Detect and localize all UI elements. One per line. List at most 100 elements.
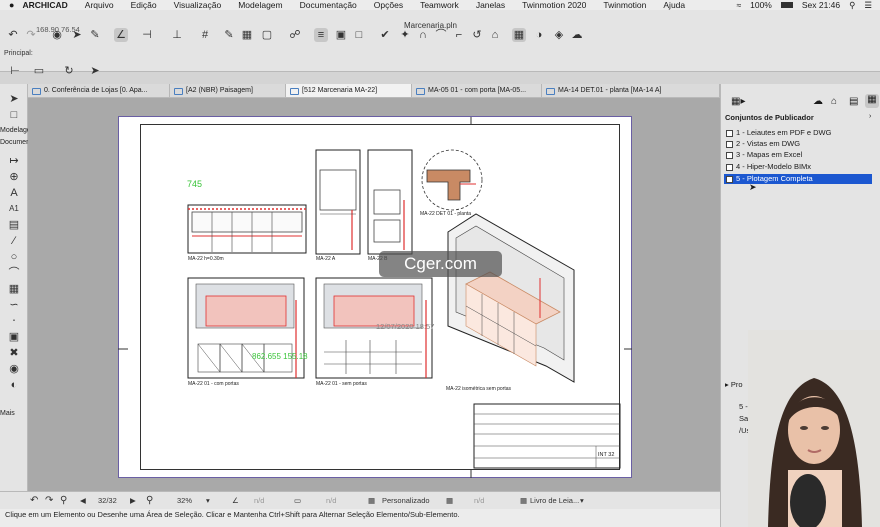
group-icon[interactable]: ▣ bbox=[334, 28, 348, 42]
intersect-icon[interactable]: ∩ bbox=[416, 28, 430, 42]
teamwork-icon[interactable]: ▦ bbox=[512, 28, 526, 42]
bimx-icon[interactable]: ◈ bbox=[552, 28, 566, 42]
publisher-item-2[interactable]: 2 - Vistas em DWG bbox=[724, 139, 872, 149]
fill-icon[interactable]: ▤ bbox=[5, 218, 23, 232]
rotate-icon[interactable]: ↺ bbox=[470, 28, 484, 42]
model-view-field[interactable]: n/d bbox=[474, 496, 484, 505]
house-icon[interactable]: ⌂ bbox=[831, 96, 837, 107]
home-icon[interactable]: ⌂ bbox=[488, 28, 502, 42]
menu-app-name[interactable]: ARCHICAD bbox=[22, 0, 67, 10]
menu-modelagem[interactable]: Modelagem bbox=[238, 0, 282, 10]
book-panel-icon[interactable]: ▤ bbox=[849, 96, 858, 107]
section-marker-icon[interactable]: ✖ bbox=[5, 346, 23, 360]
menu-arquivo[interactable]: Arquivo bbox=[85, 0, 114, 10]
search-icon[interactable]: ⚲ bbox=[849, 0, 855, 10]
tab-conferencia[interactable]: 0. Conferência de Lojas [0. Apa... bbox=[28, 84, 170, 97]
trace-icon[interactable]: ✎ bbox=[222, 28, 236, 42]
offset-icon[interactable]: ⌐ bbox=[452, 28, 466, 42]
model-view-icon[interactable]: ▦ bbox=[446, 496, 453, 505]
frame-icon[interactable]: ▢ bbox=[260, 28, 274, 42]
fillet-icon[interactable]: ⌒ bbox=[434, 28, 448, 42]
polyline-icon[interactable]: ⌒ bbox=[5, 266, 23, 280]
render-icon[interactable]: ◑ bbox=[532, 28, 546, 42]
angle-field[interactable]: n/d bbox=[254, 496, 264, 505]
menu-documentacao[interactable]: Documentação bbox=[300, 0, 357, 10]
zoom-field[interactable]: 32% bbox=[177, 496, 192, 505]
menu-twinmotion[interactable]: Twinmotion bbox=[603, 0, 646, 10]
prop-row-1[interactable]: 5 - bbox=[739, 402, 748, 411]
publish-icon[interactable]: ☁ bbox=[570, 28, 584, 42]
clock[interactable]: Sex 21:46 bbox=[802, 0, 840, 10]
publisher-item-1[interactable]: 1 - Leiautes em PDF e DWG bbox=[724, 128, 872, 138]
camera-icon[interactable]: ◐ bbox=[5, 378, 23, 392]
redo-view-icon[interactable]: ↷ bbox=[45, 495, 53, 506]
figure-icon[interactable]: ▦ bbox=[5, 282, 23, 296]
book-dropdown-icon[interactable]: ▾ bbox=[580, 496, 584, 505]
arrow-select-icon[interactable]: ➤ bbox=[5, 92, 23, 106]
tab-a2-paisagem[interactable]: [A2 (NBR) Paisagem] bbox=[170, 84, 286, 97]
snap-icon[interactable]: ⊣ bbox=[140, 28, 154, 42]
publisher-tab-icon[interactable]: ▦ bbox=[865, 94, 879, 108]
battery-label[interactable]: 100% bbox=[750, 0, 772, 10]
zoom-dropdown-icon[interactable]: ▾ bbox=[206, 496, 210, 505]
book-field[interactable]: Livro de Leia... bbox=[530, 496, 579, 505]
suspend-icon[interactable]: □ bbox=[352, 28, 366, 42]
next-page-icon[interactable]: ▶ bbox=[130, 496, 136, 505]
scale-field[interactable]: n/d bbox=[326, 496, 336, 505]
label-icon[interactable]: A1 bbox=[5, 202, 23, 216]
organizer-menu-icon[interactable]: ▦▸ bbox=[731, 96, 745, 107]
worksheet-icon[interactable]: ◉ bbox=[5, 362, 23, 376]
stack-icon[interactable]: ≡ bbox=[314, 28, 328, 42]
menu-twinmotion-2020[interactable]: Twinmotion 2020 bbox=[522, 0, 586, 10]
publisher-item-4[interactable]: 4 - Hiper-Modelo BIMx bbox=[724, 162, 872, 172]
level-icon[interactable]: ⊕ bbox=[5, 170, 23, 184]
menu-teamwork[interactable]: Teamwork bbox=[420, 0, 459, 10]
menu-visualizacao[interactable]: Visualização bbox=[174, 0, 222, 10]
zoom-icon[interactable]: ⚲ bbox=[60, 495, 67, 506]
rotate-view-icon[interactable]: ↻ bbox=[62, 64, 76, 78]
collapse-arrow-icon[interactable]: › bbox=[869, 113, 871, 120]
book-icon[interactable]: ▦ bbox=[520, 496, 527, 505]
adjust-icon[interactable]: ✦ bbox=[398, 28, 412, 42]
layer-combo-field[interactable]: Personalizado bbox=[382, 496, 430, 505]
hotspot-icon[interactable]: ⋅ bbox=[5, 314, 23, 328]
tab-ma14[interactable]: MA-14 DET.01 - planta [MA-14 A] bbox=[542, 84, 720, 97]
wifi-icon[interactable]: ≈ bbox=[736, 0, 741, 10]
lock-icon[interactable]: ☍ bbox=[288, 28, 302, 42]
menu-ajuda[interactable]: Ajuda bbox=[663, 0, 685, 10]
properties-section[interactable]: ▸ Pro bbox=[725, 380, 749, 390]
spline-icon[interactable]: ∽ bbox=[5, 298, 23, 312]
line-icon[interactable]: ∕ bbox=[5, 234, 23, 248]
publisher-item-5[interactable]: 5 - Plotagem Completa bbox=[724, 174, 872, 184]
prev-page-icon[interactable]: ◀ bbox=[80, 496, 86, 505]
dimension-icon[interactable]: ↦ bbox=[5, 154, 23, 168]
guideline-icon[interactable]: ∠ bbox=[114, 28, 128, 42]
menu-edicao[interactable]: Edição bbox=[131, 0, 157, 10]
menu-janelas[interactable]: Janelas bbox=[476, 0, 505, 10]
tab-ma05[interactable]: MA-05 01 - com porta [MA-05... bbox=[412, 84, 542, 97]
text-icon[interactable]: A bbox=[5, 186, 23, 200]
menu-opcoes[interactable]: Opções bbox=[374, 0, 403, 10]
page-field[interactable]: 32/32 bbox=[98, 496, 117, 505]
drawing-icon[interactable]: ▣ bbox=[5, 330, 23, 344]
eyedropper-icon[interactable]: ✎ bbox=[88, 28, 102, 42]
rectangle-select-icon[interactable]: ▭ bbox=[32, 64, 46, 78]
cursor-icon[interactable]: ➤ bbox=[88, 64, 102, 78]
undo-view-icon[interactable]: ↶ bbox=[30, 495, 38, 506]
marquee-icon[interactable]: □ bbox=[5, 108, 23, 122]
scale-icon[interactable]: ▭ bbox=[294, 496, 301, 505]
toolbox-label-mais[interactable]: Mais bbox=[0, 410, 15, 417]
publisher-item-3[interactable]: 3 - Mapas em Excel bbox=[724, 150, 872, 160]
zoom-fit-icon[interactable]: ⚲ bbox=[146, 495, 153, 506]
gravity-icon[interactable]: ⊥ bbox=[170, 28, 184, 42]
grid-icon[interactable]: # bbox=[198, 28, 212, 42]
tab-marcenaria-ma22[interactable]: [512 Marcenaria MA-22] bbox=[286, 84, 412, 97]
undo-icon[interactable]: ↶ bbox=[6, 28, 20, 42]
angle-icon[interactable]: ∠ bbox=[232, 496, 239, 505]
layer-combo-icon[interactable]: ▦ bbox=[368, 496, 375, 505]
layers-icon[interactable]: ▦ bbox=[240, 28, 254, 42]
arrow-tool-icon[interactable]: ⊢ bbox=[8, 64, 22, 78]
circle-icon[interactable]: ○ bbox=[5, 250, 23, 264]
split-icon[interactable]: ✔ bbox=[378, 28, 392, 42]
control-center-icon[interactable]: ☰ bbox=[864, 0, 872, 10]
